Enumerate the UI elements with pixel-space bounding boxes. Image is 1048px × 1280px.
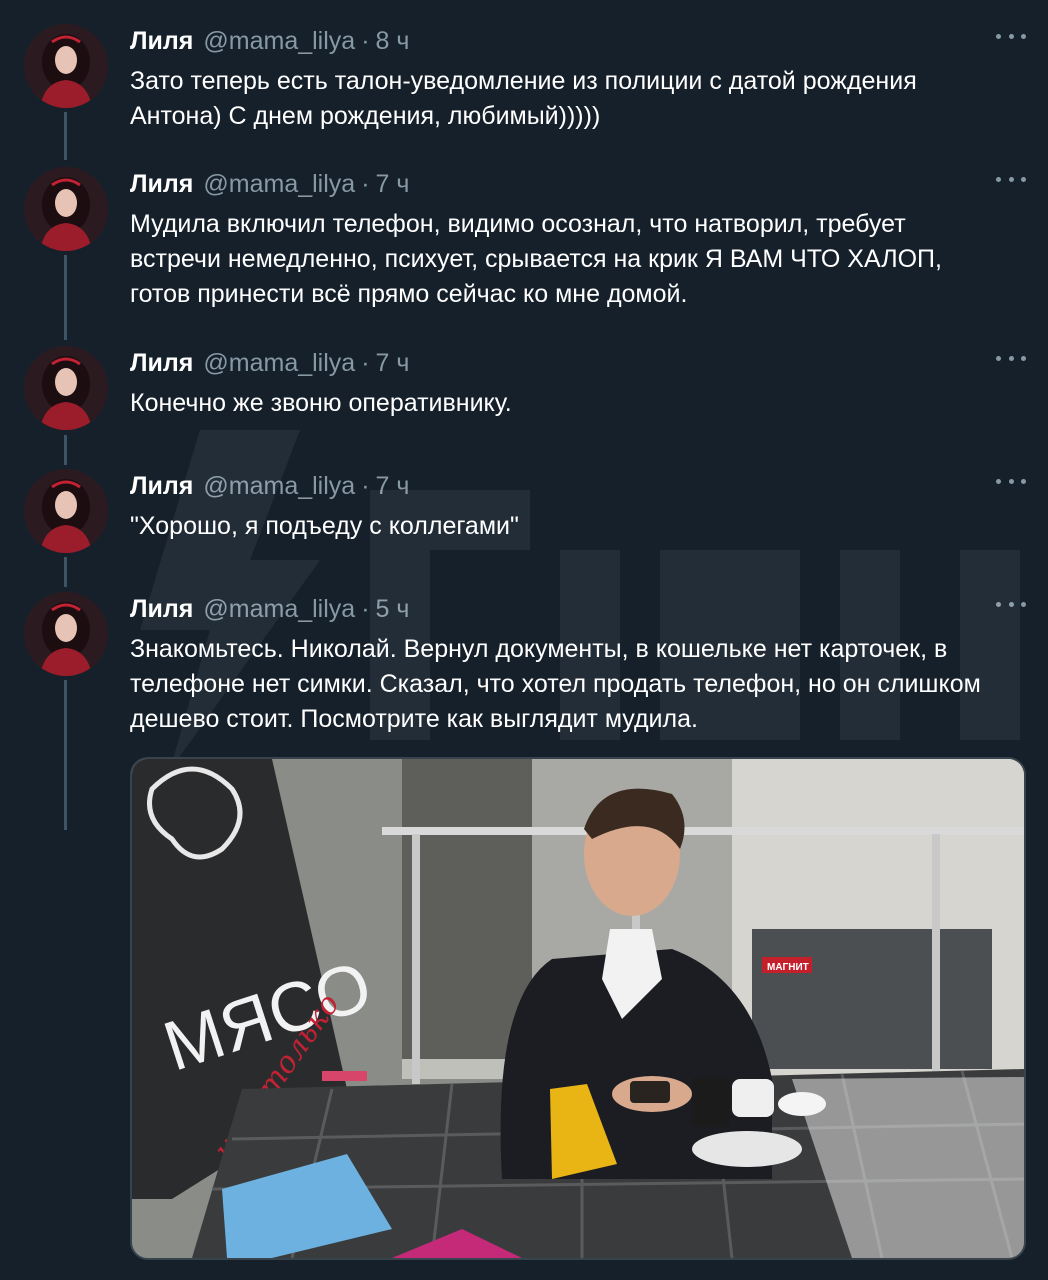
- display-name[interactable]: Лиля: [130, 349, 193, 378]
- avatar[interactable]: [24, 167, 108, 251]
- user-handle[interactable]: @mama_lilya: [203, 349, 355, 378]
- timestamp[interactable]: 7 ч: [376, 349, 410, 378]
- separator-dot: ·: [361, 348, 370, 377]
- user-handle[interactable]: @mama_lilya: [203, 595, 355, 624]
- more-options-icon[interactable]: [996, 24, 1026, 48]
- thread-line: [64, 680, 67, 830]
- avatar-image: [24, 592, 108, 676]
- separator-dot: ·: [361, 471, 370, 500]
- tweet-photo[interactable]: МАГНИТ МЯСО и не только: [130, 757, 1026, 1260]
- thread-line: [64, 557, 67, 587]
- tweet-thread: Лиля @mama_lilya · 8 ч Зато теперь есть …: [0, 0, 1048, 1280]
- more-options-icon[interactable]: [996, 592, 1026, 616]
- tweet-text: Конечно же звоню оперативнику.: [130, 389, 512, 417]
- tweet-header: Лиля @mama_lilya · 8 ч: [130, 24, 409, 58]
- display-name[interactable]: Лиля: [130, 472, 193, 501]
- avatar-image: [24, 24, 108, 108]
- timestamp[interactable]: 7 ч: [376, 170, 410, 199]
- separator-dot: ·: [361, 26, 370, 55]
- more-options-icon[interactable]: [996, 167, 1026, 191]
- display-name[interactable]: Лиля: [130, 595, 193, 624]
- tweet-header: Лиля @mama_lilya · 5 ч: [130, 592, 409, 626]
- avatar-image: [24, 346, 108, 430]
- store-sign-text: МАГНИТ: [767, 962, 809, 973]
- display-name[interactable]: Лиля: [130, 27, 193, 56]
- thread-line: [64, 255, 67, 340]
- tweet-text: "Хорошо, я подъеду с коллегами": [130, 512, 519, 540]
- display-name[interactable]: Лиля: [130, 170, 193, 199]
- tweet-header: Лиля @mama_lilya · 7 ч: [130, 469, 409, 503]
- avatar[interactable]: [24, 469, 108, 553]
- tweet-header: Лиля @mama_lilya · 7 ч: [130, 167, 409, 201]
- avatar[interactable]: [24, 592, 108, 676]
- timestamp[interactable]: 7 ч: [376, 472, 410, 501]
- photo-illustration: МАГНИТ МЯСО и не только: [132, 759, 1024, 1258]
- user-handle[interactable]: @mama_lilya: [203, 472, 355, 501]
- user-handle[interactable]: @mama_lilya: [203, 170, 355, 199]
- thread-line: [64, 435, 67, 465]
- user-handle[interactable]: @mama_lilya: [203, 27, 355, 56]
- timestamp[interactable]: 5 ч: [376, 595, 410, 624]
- avatar[interactable]: [24, 24, 108, 108]
- tweet-text: Знакомьтесь. Николай. Вернул документы, …: [130, 635, 981, 733]
- thread-line: [64, 112, 67, 160]
- avatar-image: [24, 167, 108, 251]
- more-options-icon[interactable]: [996, 346, 1026, 370]
- timestamp[interactable]: 8 ч: [376, 27, 410, 56]
- avatar[interactable]: [24, 346, 108, 430]
- separator-dot: ·: [361, 169, 370, 198]
- separator-dot: ·: [361, 594, 370, 623]
- tweet-text: Зато теперь есть талон-уведомление из по…: [130, 67, 917, 130]
- tweet-header: Лиля @mama_lilya · 7 ч: [130, 346, 409, 380]
- tweet-text: Мудила включил телефон, видимо осознал, …: [130, 210, 942, 308]
- more-options-icon[interactable]: [996, 469, 1026, 493]
- avatar-image: [24, 469, 108, 553]
